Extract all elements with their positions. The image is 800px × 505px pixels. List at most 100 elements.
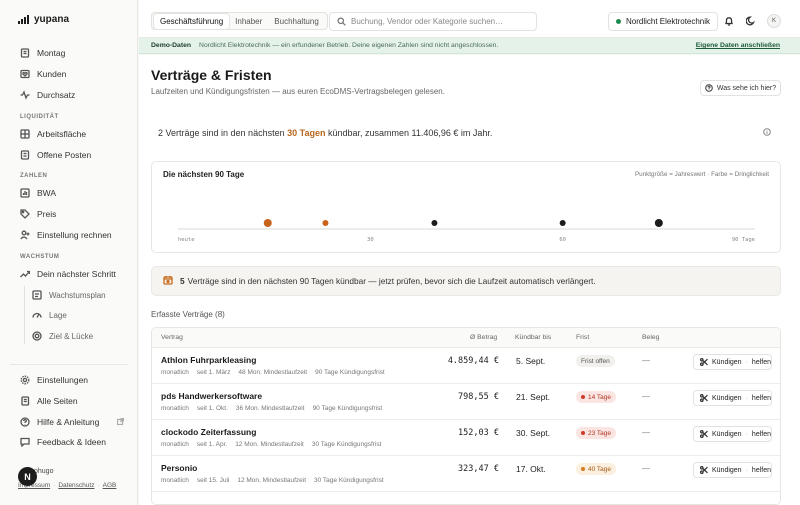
sidebar-item-wachstumsplan[interactable]: Wachstumsplan	[32, 290, 106, 300]
sidebar-item-label: Hilfe & Anleitung	[37, 417, 100, 427]
chart-icon	[20, 188, 30, 198]
meta-interval: monatlich	[161, 369, 189, 376]
link-datenschutz[interactable]: Datenschutz	[58, 482, 94, 489]
sidebar-item-alle-seiten[interactable]: Alle Seiten	[20, 396, 78, 406]
search-input[interactable]: Buchung, Vendor oder Kategorie suchen…	[329, 12, 537, 31]
sidebar-item-lage[interactable]: Lage	[32, 310, 67, 320]
meta-since: seit 1. Okt.	[196, 405, 228, 412]
col-beleg: Beleg	[642, 334, 660, 341]
scissors-icon	[700, 430, 708, 438]
meta-notice: 30 Tage Kündigungsfrist	[314, 477, 384, 484]
cancel-help-button[interactable]: Kündigen · helfen	[693, 354, 772, 370]
map-icon	[32, 290, 42, 300]
tag-icon	[20, 209, 30, 219]
sidebar-item-durchsatz[interactable]: Durchsatz	[20, 90, 75, 100]
chart-tick-label: heute	[178, 237, 195, 243]
cancel-help-button[interactable]: Kündigen · helfen	[693, 462, 772, 478]
external-link-icon	[116, 417, 125, 427]
calendar-icon	[163, 275, 173, 287]
sidebar: yupana Montag Kunden Durchsatz LIQUIDITÄ…	[0, 0, 138, 505]
tab-buchhaltung[interactable]: Buchhaltung	[268, 14, 324, 29]
sidebar-user-name: ohugo	[34, 468, 54, 475]
help-label: helfen	[751, 394, 771, 402]
sidebar-section-liquiditaet: LIQUIDITÄT	[20, 114, 59, 120]
help-label: helfen	[751, 358, 771, 366]
table-row[interactable]: Athlon Fuhrparkleasing monatlich seit 1. …	[152, 348, 780, 384]
contract-beleg: —	[642, 428, 650, 437]
contract-date: 30. Sept.	[516, 428, 551, 438]
chart-point[interactable]	[431, 220, 438, 226]
table-row-partial	[152, 492, 780, 504]
explain-button-label: Was sehe ich hier?	[716, 84, 777, 92]
sidebar-item-preis[interactable]: Preis	[20, 209, 56, 219]
sidebar-item-label: Kunden	[37, 69, 67, 79]
cancel-help-button[interactable]: Kündigen · helfen	[693, 390, 772, 406]
sidebar-subnav-line	[24, 286, 25, 344]
sidebar-item-arbeitsflaeche[interactable]: Arbeitsfläche	[20, 129, 86, 139]
moon-icon[interactable]	[745, 16, 756, 28]
chart-point[interactable]	[322, 220, 329, 226]
contract-date: 21. Sept.	[516, 392, 551, 402]
sidebar-item-bwa[interactable]: BWA	[20, 188, 56, 198]
sidebar-item-label: Dein nächster Schritt	[37, 269, 116, 279]
help-label: helfen	[751, 430, 771, 438]
alert-text: Verträge sind in den nächsten 90 Tagen k…	[187, 276, 596, 286]
sidebar-item-label: Wachstumsplan	[49, 290, 106, 300]
sidebar-item-ziel-luecke[interactable]: Ziel & Lücke	[32, 331, 93, 341]
alert-count: 5	[180, 276, 185, 286]
chart-tick-label: 30	[367, 237, 374, 243]
sidebar-item-label: Einstellungen	[37, 375, 89, 385]
status-badge: Frist offen	[576, 355, 615, 367]
urgency-dot-icon	[581, 395, 585, 399]
sidebar-item-hilfe[interactable]: Hilfe & Anleitung	[20, 417, 99, 427]
chart-point[interactable]	[654, 219, 663, 227]
table-row[interactable]: pds Handwerkersoftware monatlich seit 1. …	[152, 384, 780, 420]
tab-geschaeftsfuehrung[interactable]: Geschäftsführung	[154, 13, 230, 29]
table-header: Vertrag Ø Betrag Kündbar bis Frist Beleg	[152, 328, 780, 348]
col-vertrag: Vertrag	[161, 334, 183, 341]
sidebar-item-einstellungen[interactable]: Einstellungen	[20, 375, 88, 385]
app-logo[interactable]: yupana	[18, 14, 69, 25]
chart-point[interactable]	[559, 220, 566, 226]
sidebar-item-label: Durchsatz	[37, 90, 76, 100]
pages-icon	[20, 396, 30, 406]
table-row[interactable]: clockodo Zeiterfassung monatlich seit 1. …	[152, 420, 780, 456]
status-badge: 14 Tage	[576, 391, 617, 403]
contract-name: Personio	[161, 463, 198, 473]
headline-days: 30 Tagen	[287, 128, 326, 138]
badge-label: 14 Tage	[588, 393, 612, 401]
chart-point[interactable]	[263, 219, 272, 227]
kpi-headline: 2 Verträge sind in den nächsten 30 Tagen…	[158, 128, 492, 138]
help-icon	[20, 417, 30, 427]
sidebar-item-feedback[interactable]: Feedback & Ideen	[20, 437, 106, 447]
sidebar-item-einstellung-rechnen[interactable]: Einstellung rechnen	[20, 230, 112, 240]
sidebar-item-montag[interactable]: Montag	[20, 48, 65, 58]
connect-data-link[interactable]: Eigene Daten anschließen	[696, 42, 780, 49]
user-avatar[interactable]: N	[18, 467, 37, 486]
sidebar-item-kunden[interactable]: Kunden	[20, 69, 66, 79]
cancel-help-button[interactable]: Kündigen · helfen	[693, 426, 772, 442]
headline-post: kündbar, zusammen 11.406,96 € im Jahr.	[327, 128, 493, 138]
explain-button[interactable]: Was sehe ich hier?	[700, 80, 781, 96]
demo-text: Nordlicht Elektrotechnik — ein erfundene…	[199, 42, 499, 49]
chart-tick-label: 60	[559, 237, 566, 243]
page-title: Verträge & Fristen	[151, 67, 272, 83]
sidebar-item-offene-posten[interactable]: Offene Posten	[20, 150, 91, 160]
company-switcher[interactable]: Nordlicht Elektrotechnik	[608, 12, 719, 31]
user-menu[interactable]: K	[767, 14, 781, 28]
meta-since: seit 1. März	[196, 369, 231, 376]
info-icon[interactable]	[763, 128, 771, 138]
bell-icon[interactable]	[724, 16, 734, 28]
urgency-dot-icon	[581, 467, 585, 471]
pulse-icon	[20, 90, 30, 100]
logo-bars-icon	[18, 15, 29, 24]
sidebar-item-naechster-schritt[interactable]: Dein nächster Schritt	[20, 269, 116, 279]
meta-interval: monatlich	[161, 441, 189, 448]
contract-beleg: —	[642, 356, 650, 365]
table-row[interactable]: Personio monatlich seit 15. Juli 12 Mon. M…	[152, 456, 780, 492]
cancel-label: Kündigen	[711, 358, 742, 366]
col-betrag: Ø Betrag	[470, 334, 498, 341]
meta-interval: monatlich	[161, 477, 189, 484]
link-agb[interactable]: AGB	[103, 482, 117, 489]
tab-inhaber[interactable]: Inhaber	[229, 14, 268, 29]
